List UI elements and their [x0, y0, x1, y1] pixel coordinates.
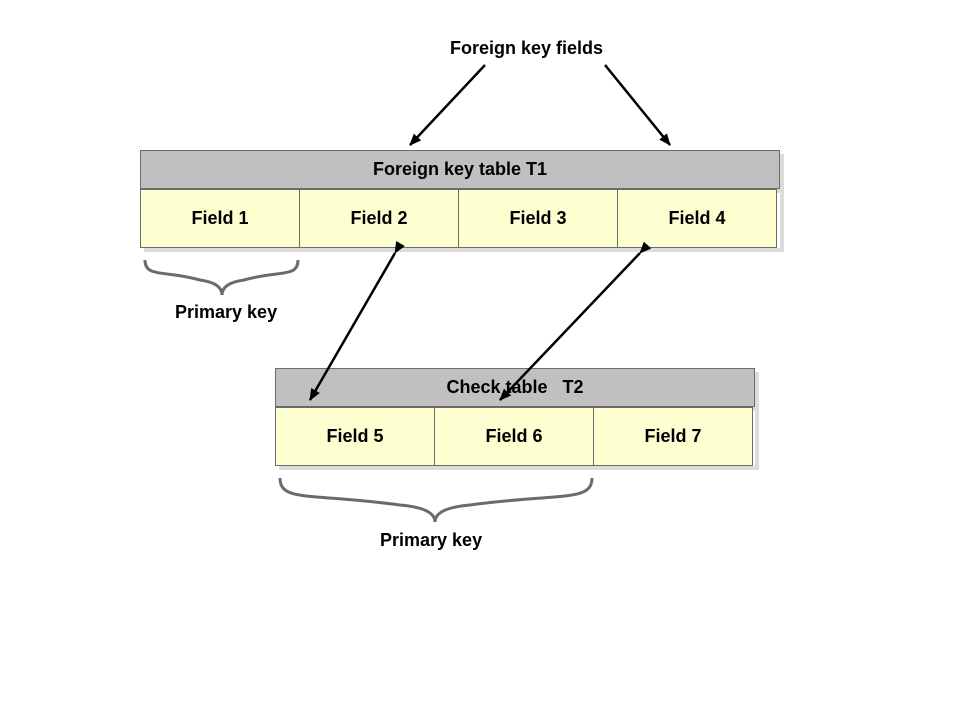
t1-field-3: Field 3 [458, 189, 618, 248]
table-t1: Foreign key table T1 Field 1 Field 2 Fie… [140, 150, 780, 248]
brace-t2 [280, 478, 592, 522]
table-t1-row: Field 1 Field 2 Field 3 Field 4 [140, 189, 780, 248]
t1-field-2: Field 2 [299, 189, 459, 248]
primary-key-t2-label: Primary key [380, 530, 482, 551]
foreign-key-fields-label: Foreign key fields [450, 38, 603, 59]
table-t2: Check table T2 Field 5 Field 6 Field 7 [275, 368, 755, 466]
t2-field-5: Field 5 [275, 407, 435, 466]
t1-field-4: Field 4 [617, 189, 777, 248]
t2-field-7: Field 7 [593, 407, 753, 466]
primary-key-t1-label: Primary key [175, 302, 277, 323]
table-t2-title-a: Check table [446, 377, 547, 397]
table-t2-title-b: T2 [563, 377, 584, 397]
diagram-overlay [0, 0, 960, 720]
brace-t1 [145, 260, 298, 295]
table-t2-header: Check table T2 [275, 368, 755, 407]
table-t2-row: Field 5 Field 6 Field 7 [275, 407, 755, 466]
arrow-top-right [605, 65, 670, 145]
t1-field-1: Field 1 [140, 189, 300, 248]
table-t1-header: Foreign key table T1 [140, 150, 780, 189]
t2-field-6: Field 6 [434, 407, 594, 466]
arrow-top-left [410, 65, 485, 145]
